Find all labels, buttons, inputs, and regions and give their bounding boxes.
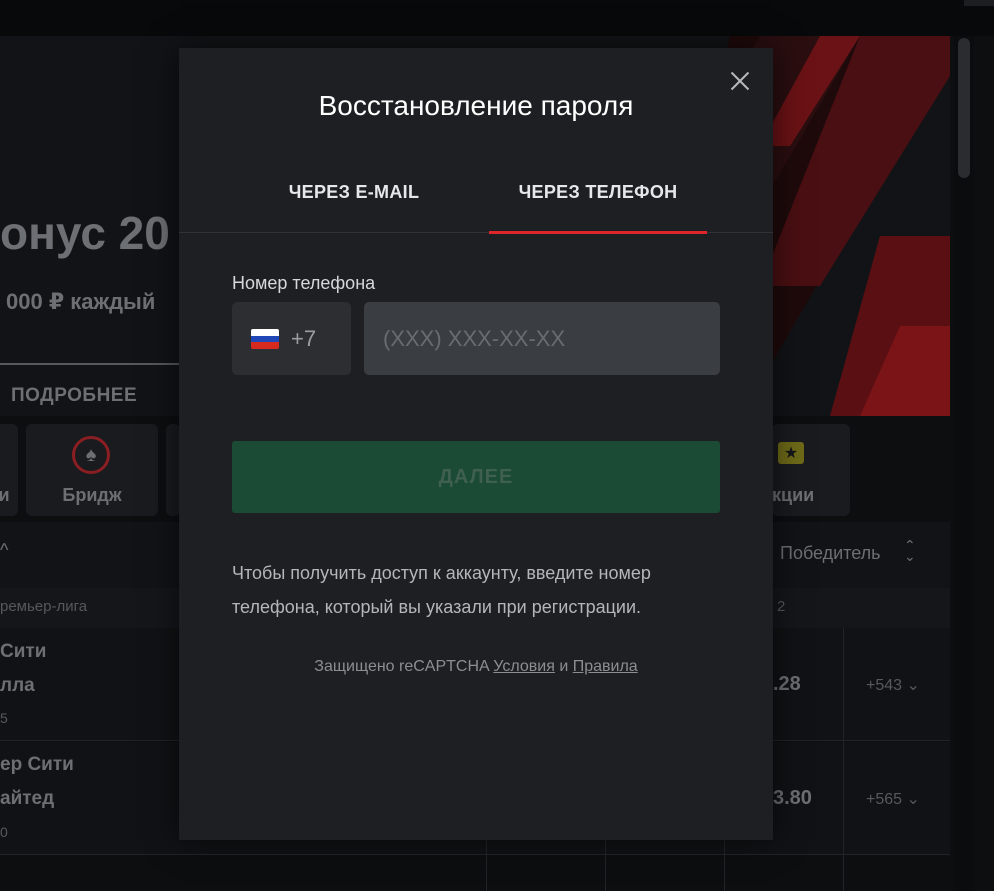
winner-column-header[interactable]: Победитель <box>780 543 881 564</box>
category-label: кции <box>772 485 815 505</box>
top-bar <box>0 0 994 36</box>
banner-more-button[interactable]: ПОДРОБНЕЕ <box>0 363 181 416</box>
team-name: айтед <box>0 788 55 809</box>
more-markets-count: +543 <box>866 677 903 694</box>
spade-icon: ♠ <box>72 436 110 474</box>
scrollbar-thumb[interactable] <box>958 38 970 178</box>
rules-link[interactable]: Правила <box>573 658 638 675</box>
sort-icon[interactable]: ⌃ ⌄ <box>904 538 916 563</box>
match-info: 0 <box>0 824 8 840</box>
more-markets[interactable]: +543 ⌄ <box>866 675 920 695</box>
category-promo[interactable]: ★ кции <box>772 424 850 516</box>
odds-value[interactable]: 3.80 <box>773 787 812 810</box>
phone-input[interactable] <box>364 302 720 375</box>
country-code: +7 <box>291 326 317 351</box>
tab-email[interactable]: ЧЕРЕЗ E-MAIL <box>271 174 437 233</box>
next-button[interactable]: ДАЛЕЕ <box>232 441 720 513</box>
country-code-select[interactable]: +7 <box>232 302 351 375</box>
russia-flag-icon <box>251 329 279 349</box>
category-item[interactable]: и <box>0 424 18 516</box>
match-info: 5 <box>0 710 8 726</box>
modal-title: Восстановление пароля <box>318 90 634 121</box>
more-markets-count: +565 <box>866 791 903 808</box>
category-bridge[interactable]: ♠ Бридж <box>26 424 158 516</box>
terms-link[interactable]: Условия <box>493 658 555 675</box>
odds-value[interactable]: .28 <box>773 673 801 696</box>
tab-phone[interactable]: ЧЕРЕЗ ТЕЛЕФОН <box>489 174 707 234</box>
league-count: 2 <box>777 598 786 615</box>
chevron-up-icon[interactable]: ^ <box>0 540 8 561</box>
ticket-icon: ★ <box>778 442 804 464</box>
more-markets[interactable]: +565 ⌄ <box>866 789 920 809</box>
team-name: Сити <box>0 641 47 662</box>
banner-title: онус 20 <box>0 207 170 259</box>
category-label: Бридж <box>62 485 122 505</box>
team-name: лла <box>0 675 35 696</box>
recaptcha-prefix: Защищено reCAPTCHA <box>314 658 489 675</box>
password-recovery-modal: Восстановление пароля ЧЕРЕЗ E-MAIL ЧЕРЕЗ… <box>179 48 773 840</box>
recovery-tabs: ЧЕРЕЗ E-MAIL ЧЕРЕЗ ТЕЛЕФОН <box>179 174 773 234</box>
league-name: ремьер-лига <box>0 598 88 615</box>
banner-subtitle: 000 ₽ каждый <box>6 289 156 314</box>
topbar-corner <box>964 0 994 6</box>
team-name: ер Сити <box>0 754 74 775</box>
category-label: и <box>0 485 10 505</box>
phone-label: Номер телефона <box>232 273 376 293</box>
category-item[interactable] <box>166 424 180 516</box>
recaptcha-notice: Защищено reCAPTCHA Условия и Правила <box>179 658 773 676</box>
recovery-hint: Чтобы получить доступ к аккаунту, введит… <box>232 563 651 617</box>
column-divider <box>843 628 844 891</box>
recaptcha-and: и <box>559 658 569 675</box>
